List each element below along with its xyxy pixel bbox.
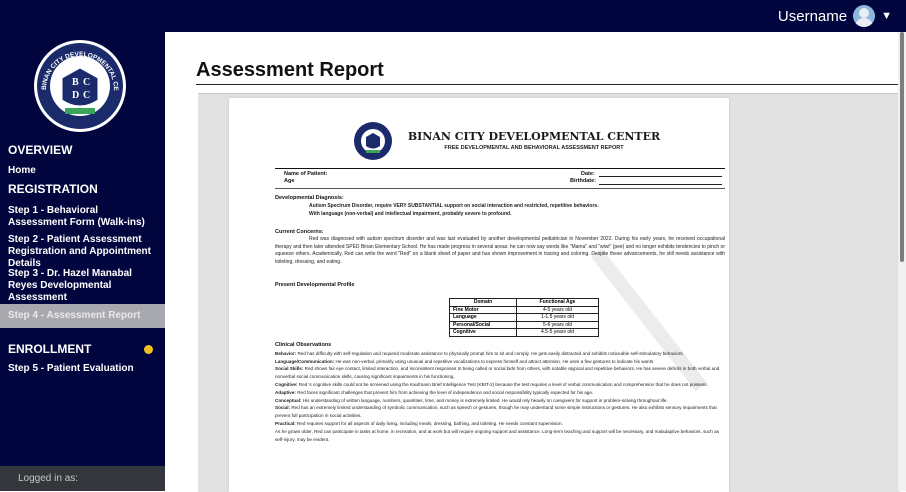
status-dot (144, 344, 153, 354)
scrollbar-thumb[interactable] (900, 32, 904, 262)
svg-text:C: C (83, 77, 90, 88)
svg-text:D: D (72, 90, 79, 101)
observation-item: Conceptual: His understanding of written… (275, 397, 668, 403)
chevron-down-icon[interactable]: ▼ (881, 10, 892, 22)
clinical-heading: Clinical Observations (275, 342, 332, 348)
avatar[interactable] (853, 5, 876, 27)
table-row: Fine Motor 4-5 years old (449, 305, 599, 314)
table-cell: Fine Motor (449, 305, 517, 314)
sidebar: B C D C BINAN CITY DEVELOPMENTAL CENTER … (0, 32, 165, 491)
section-registration: REGISTRATION (0, 178, 165, 200)
table-cell: Cognitive (449, 328, 517, 337)
sidebar-item-step1[interactable]: Step 1 - Behavioral Assessment Form (Wal… (0, 200, 165, 234)
table-row: Cognitive 4.5-5 years old (449, 328, 599, 337)
svg-text:B: B (72, 77, 79, 88)
center-logo: B C D C BINAN CITY DEVELOPMENTAL CENTER (32, 38, 126, 132)
svg-text:C: C (83, 90, 90, 101)
observation-item: As he grows older, Red can participate i… (275, 428, 719, 442)
sidebar-item-step2[interactable]: Step 2 - Patient Assessment Registration… (0, 234, 165, 269)
profile-table: Domain Functional Age Fine Motor 4-5 yea… (449, 298, 599, 337)
diagnosis-heading: Developmental Diagnosis: (275, 195, 344, 201)
section-registration-label: REGISTRATION (8, 182, 98, 196)
observation-item: Practical: Red requires support for all … (275, 420, 563, 426)
sidebar-item-home[interactable]: Home (0, 164, 165, 178)
doc-header-rule (275, 168, 725, 169)
section-enrollment-label: ENROLLMENT (8, 342, 92, 356)
table-row: Language 1-1.5 years old (449, 313, 599, 322)
doc-info-rule (275, 188, 725, 189)
observation-item: Social Skills: Red shows fair eye contac… (275, 366, 720, 380)
table-header-row: Domain Functional Age (449, 298, 599, 307)
observation-item: Language/Communication: He was non-verba… (275, 358, 654, 364)
concerns-heading: Current Concerns: (275, 229, 324, 235)
user-menu[interactable]: Username ▼ (778, 4, 892, 28)
observation-item: Adaptive: Red faces significant challeng… (275, 389, 594, 395)
table-cell: Language (449, 313, 517, 322)
report-page: BINAN CITY DEVELOPMENTAL CENTER FREE DEV… (229, 98, 729, 492)
observation-item: Behavior: Red has difficulty with self-r… (275, 350, 684, 356)
table-cell: 1-1.5 years old (516, 313, 599, 322)
title-divider (196, 84, 903, 85)
table-row: Personal/Social 5-6 years old (449, 320, 599, 329)
date-field-line (599, 176, 722, 177)
date-label: Date: (581, 171, 595, 177)
name-label: Name of Patient: (284, 171, 328, 177)
table-cell: 4-5 years old (516, 305, 599, 314)
report-viewer[interactable]: BINAN CITY DEVELOPMENTAL CENTER FREE DEV… (198, 93, 900, 492)
section-overview-label: OVERVIEW (8, 143, 73, 157)
concerns-text: Red was diagnosed with autism spectrum d… (275, 236, 725, 265)
main-content: Assessment Report BINAN CITY DEVELOPMENT… (165, 32, 906, 492)
birthdate-label: Birthdate: (570, 178, 596, 184)
clinical-observations: Clinical Observations Behavior: Red has … (275, 342, 725, 443)
age-label: Age (284, 178, 295, 184)
logged-in-label: Logged in as: (18, 473, 79, 484)
table-header: Functional Age (516, 298, 599, 307)
birthdate-field-line (599, 184, 722, 185)
sidebar-item-step4[interactable]: Step 4 - Assessment Report (0, 304, 165, 328)
diagnosis-line2: With language (non-verbal) and intellect… (309, 211, 512, 217)
doc-title: BINAN CITY DEVELOPMENTAL CENTER (407, 130, 661, 143)
profile-heading: Present Developmental Profile (275, 282, 355, 288)
table-cell: 5-6 years old (516, 320, 599, 329)
table-cell: Personal/Social (449, 320, 517, 329)
page-title: Assessment Report (196, 59, 384, 81)
top-bar: Username ▼ (0, 0, 906, 32)
username-label: Username (777, 7, 848, 25)
diagnosis-line1: Autism Spectrum Disorder, require VERY S… (309, 203, 599, 209)
table-header: Domain (449, 298, 517, 307)
sidebar-item-step5[interactable]: Step 5 - Patient Evaluation (0, 360, 165, 378)
logged-in-footer: Logged in as: (0, 466, 165, 491)
doc-subtitle: FREE DEVELOPMENTAL AND BEHAVIORAL ASSESS… (444, 145, 624, 151)
table-cell: 4.5-5 years old (516, 328, 599, 337)
sidebar-nav: OVERVIEW Home REGISTRATION Step 1 - Beha… (0, 136, 165, 378)
observation-item: Social: Red has an extremely limited und… (275, 405, 717, 419)
section-enrollment[interactable]: ENROLLMENT (0, 338, 165, 360)
section-overview: OVERVIEW (0, 140, 165, 160)
observation-item: Cognitive: Red 's cognitive skills could… (275, 381, 708, 387)
sidebar-item-step3[interactable]: Step 3 - Dr. Hazel Manabal Reyes Develop… (0, 268, 165, 303)
